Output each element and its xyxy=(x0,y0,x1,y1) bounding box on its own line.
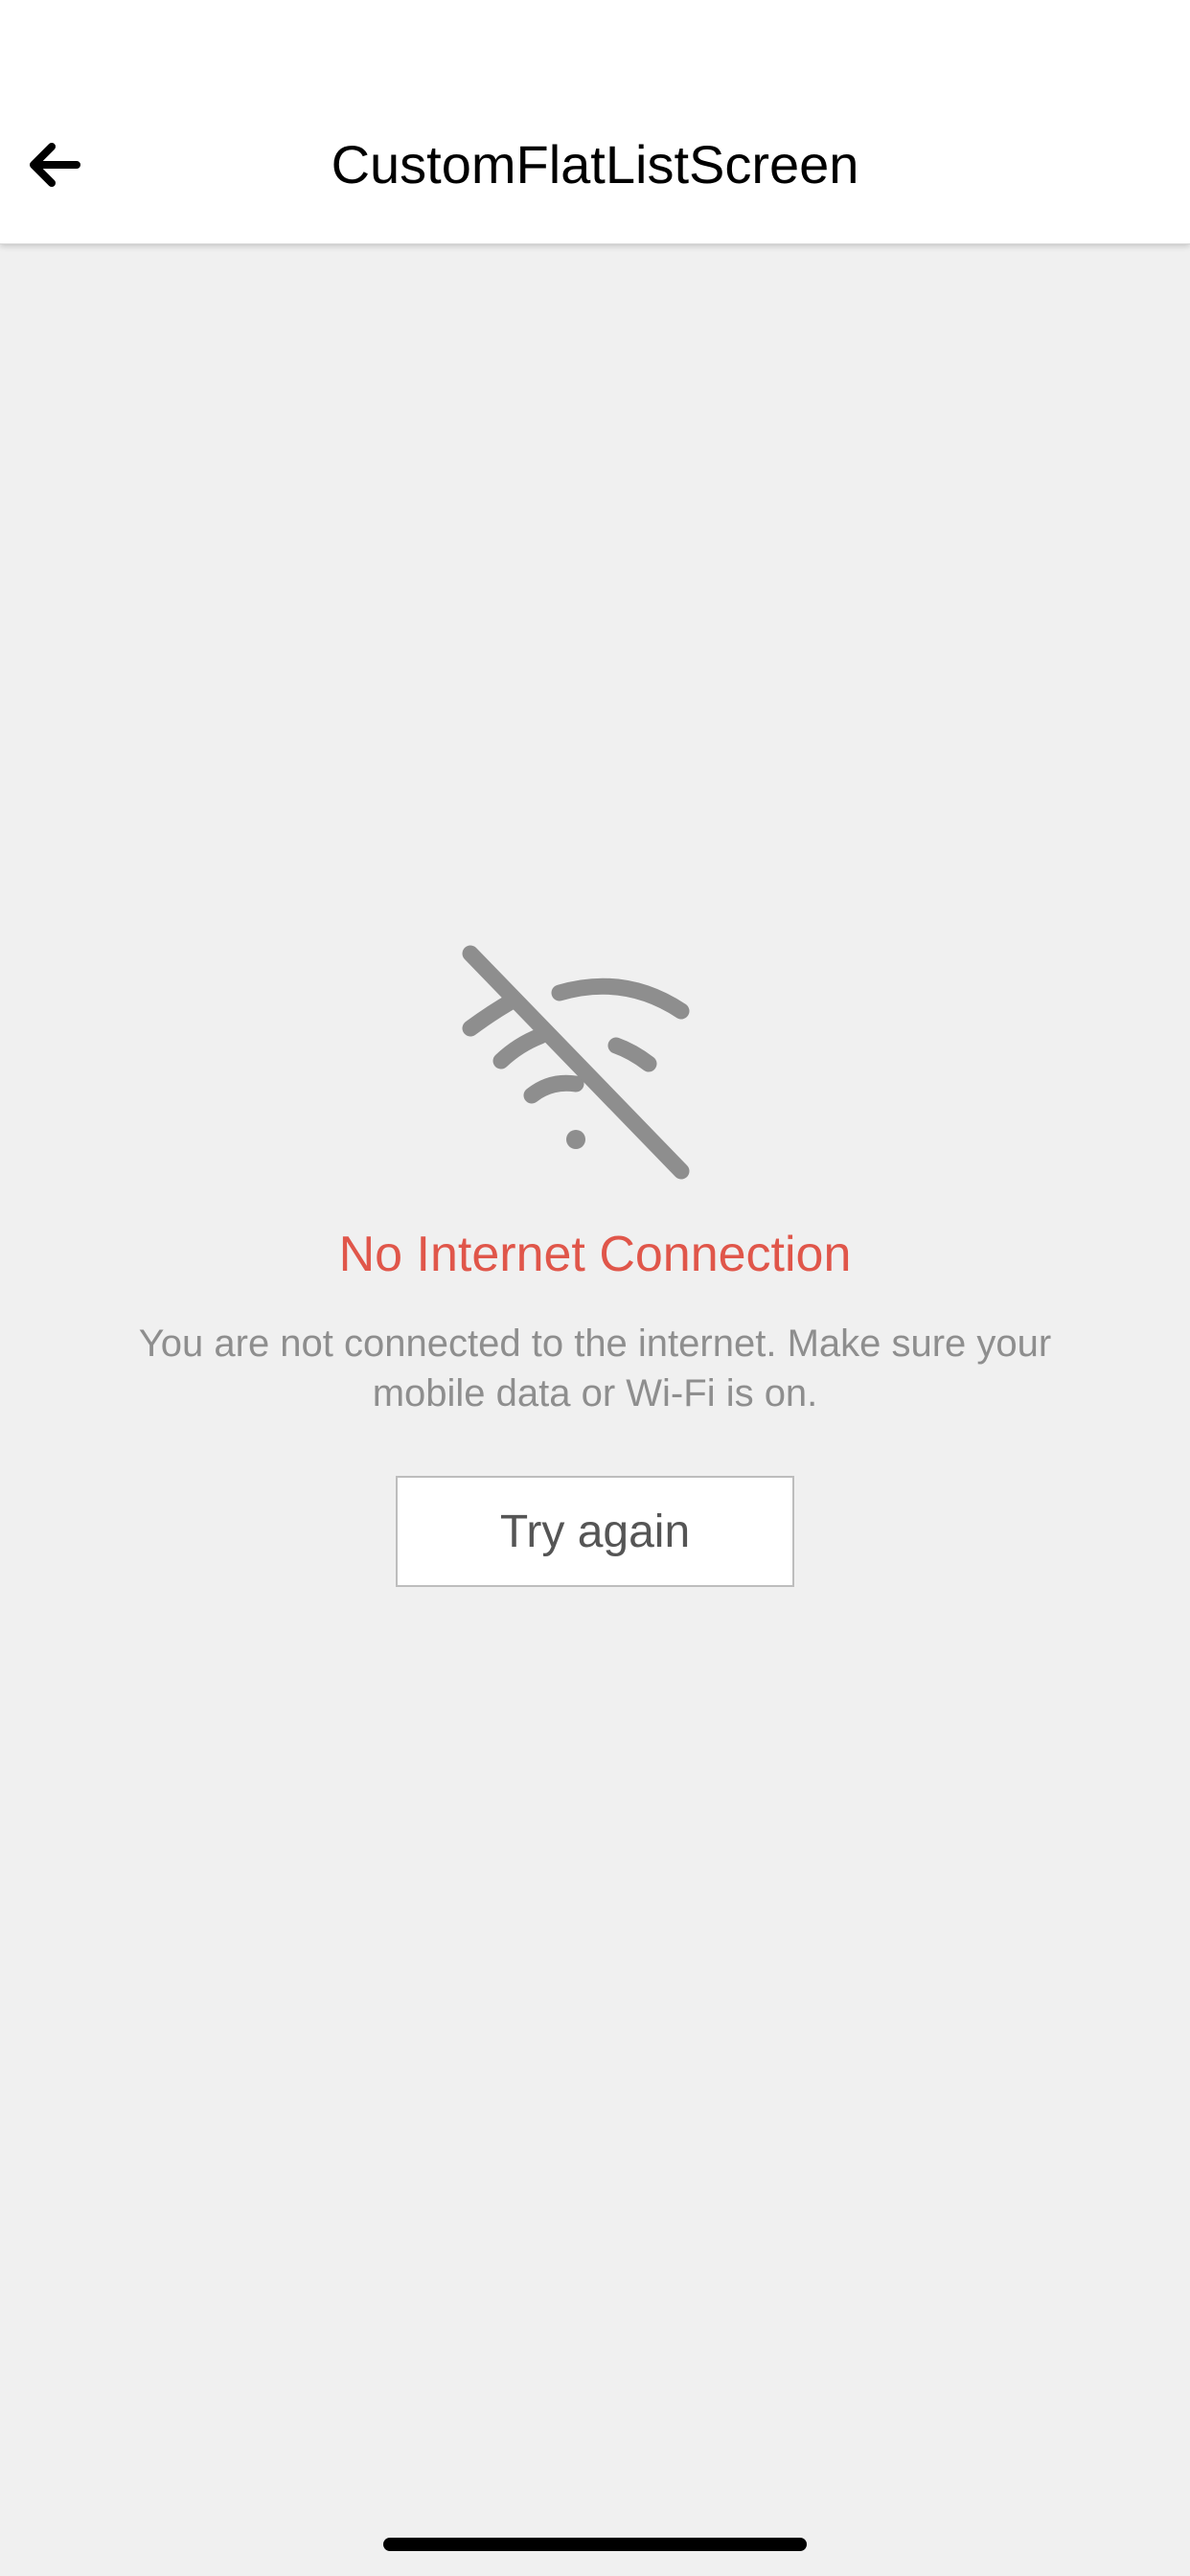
no-connection-panel: No Internet Connection You are not conne… xyxy=(0,920,1190,1587)
error-message: You are not connected to the internet. M… xyxy=(138,1322,1052,1414)
screen: CustomFlatListScreen No Internet Connect… xyxy=(0,0,1190,2576)
header-title: CustomFlatListScreen xyxy=(331,134,859,195)
home-indicator[interactable] xyxy=(383,2538,807,2551)
header-bar: CustomFlatListScreen xyxy=(0,0,1190,244)
try-again-button[interactable]: Try again xyxy=(396,1476,794,1587)
wifi-off-icon xyxy=(462,945,690,1180)
error-title: No Internet Connection xyxy=(338,1227,852,1282)
